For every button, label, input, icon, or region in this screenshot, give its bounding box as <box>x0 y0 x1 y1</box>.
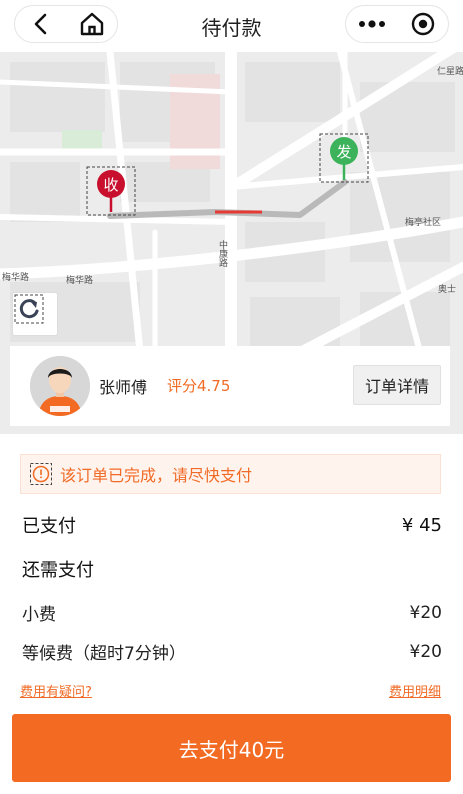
road-label-renxing: 仁星路 <box>437 65 463 77</box>
home-button[interactable] <box>66 6 117 42</box>
tip-label: 小费 <box>22 605 56 625</box>
close-button[interactable] <box>397 6 448 42</box>
fee-question-link[interactable]: 费用有疑问? <box>20 681 92 700</box>
wait-fee-label: 等候费（超时7分钟） <box>22 644 186 664</box>
road-label-meihua-1: 梅华路 <box>2 271 29 283</box>
wait-fee-value: ¥20 <box>409 641 442 662</box>
target-close-icon <box>411 12 434 36</box>
more-dots-icon <box>358 20 385 28</box>
driver-name: 张师傅 <box>99 378 148 397</box>
tip-row: 小费 ¥20 <box>22 600 442 626</box>
back-button[interactable] <box>15 6 66 42</box>
wait-fee-row: 等候费（超时7分钟） ¥20 <box>22 639 442 665</box>
map-canvas: 仁星路 梅亭社区 梅华路 梅华路 奥士 中康路 发 收 <box>0 52 463 352</box>
refresh-icon <box>14 294 44 324</box>
tip-value: ¥20 <box>409 602 442 623</box>
driver-rating: 评分4.75 <box>167 377 231 395</box>
map-refresh-button[interactable] <box>12 292 58 336</box>
order-detail-button[interactable]: 订单详情 <box>353 365 441 405</box>
road-label-aoshi: 奥士 <box>438 283 456 295</box>
notice-text: 该订单已完成，请尽快支付 <box>60 466 253 485</box>
completion-notice: 该订单已完成，请尽快支付 <box>20 454 441 494</box>
chevron-left-icon <box>34 13 46 35</box>
due-label: 还需支付 <box>22 560 94 581</box>
paid-value: ¥ 45 <box>401 514 442 536</box>
nav-left-capsule <box>14 5 118 43</box>
exclamation-icon <box>30 463 52 485</box>
road-label-meiting: 梅亭社区 <box>405 216 441 228</box>
due-row: 还需支付 <box>22 556 442 582</box>
driver-avatar-icon <box>30 356 90 416</box>
paid-label: 已支付 <box>22 516 76 537</box>
nav-right-capsule <box>345 5 449 43</box>
paid-row: 已支付 ¥ 45 <box>22 512 442 538</box>
more-button[interactable] <box>346 6 397 42</box>
driver-card: 张师傅 评分4.75 订单详情 <box>10 346 450 426</box>
end-marker-label: 收 <box>103 176 118 194</box>
route-map[interactable]: 仁星路 梅亭社区 梅华路 梅华路 奥士 中康路 发 收 <box>0 52 463 352</box>
home-icon <box>80 12 103 36</box>
fee-detail-link[interactable]: 费用明细 <box>389 681 441 700</box>
road-label-meihua-2: 梅华路 <box>66 274 93 286</box>
road-label-zhongkang: 中康路 <box>217 239 228 268</box>
pay-button[interactable]: 去支付40元 <box>12 714 451 782</box>
fee-links: 费用有疑问? 费用明细 <box>20 681 441 700</box>
header-bar: 待付款 <box>0 0 463 52</box>
avatar <box>30 356 90 416</box>
start-marker-label: 发 <box>336 143 351 161</box>
